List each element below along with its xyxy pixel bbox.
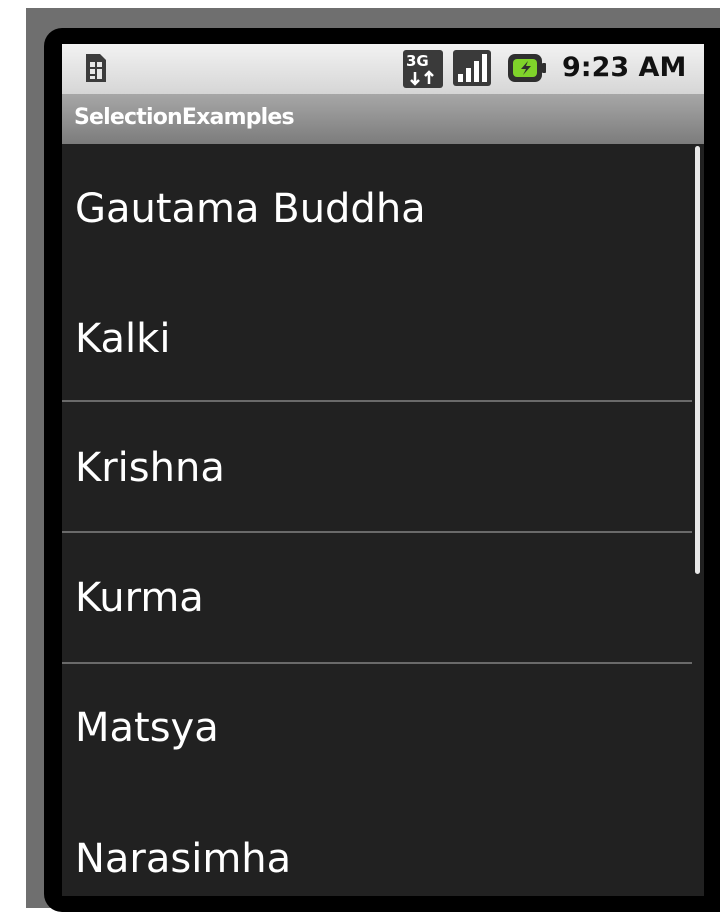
- list-item[interactable]: Kurma: [62, 533, 692, 663]
- title-bar: SelectionExamples: [62, 94, 704, 144]
- list-item-label: Matsya: [75, 705, 219, 751]
- list-item-label: Kurma: [75, 575, 204, 621]
- list-item-label: Kalki: [75, 316, 171, 362]
- list-item[interactable]: Kalki: [62, 274, 692, 404]
- network-3g-icon: 3G: [403, 50, 443, 88]
- list-item[interactable]: Krishna: [62, 402, 692, 532]
- sim-card-icon: [86, 54, 106, 82]
- app-title: SelectionExamples: [74, 105, 295, 130]
- network-type-label: 3G: [406, 52, 429, 70]
- list-item[interactable]: Narasimha: [62, 794, 692, 896]
- list-item-label: Krishna: [75, 445, 225, 491]
- list-item[interactable]: Matsya: [62, 664, 692, 794]
- status-time: 9:23 AM: [562, 52, 687, 83]
- list-view[interactable]: Gautama Buddha Kalki Krishna Kurma Matsy…: [62, 144, 692, 896]
- signal-strength-icon: [453, 50, 491, 86]
- battery-charging-icon: [508, 54, 546, 82]
- list-item-label: Gautama Buddha: [75, 186, 426, 232]
- scrollbar-thumb[interactable]: [695, 146, 700, 574]
- list-item[interactable]: Gautama Buddha: [62, 144, 692, 274]
- status-bar: 3G 9:23 AM: [62, 44, 704, 94]
- device-screen: 3G 9:23 AM SelectionExamples Gautama Bud…: [62, 44, 704, 896]
- list-item-label: Narasimha: [75, 836, 292, 882]
